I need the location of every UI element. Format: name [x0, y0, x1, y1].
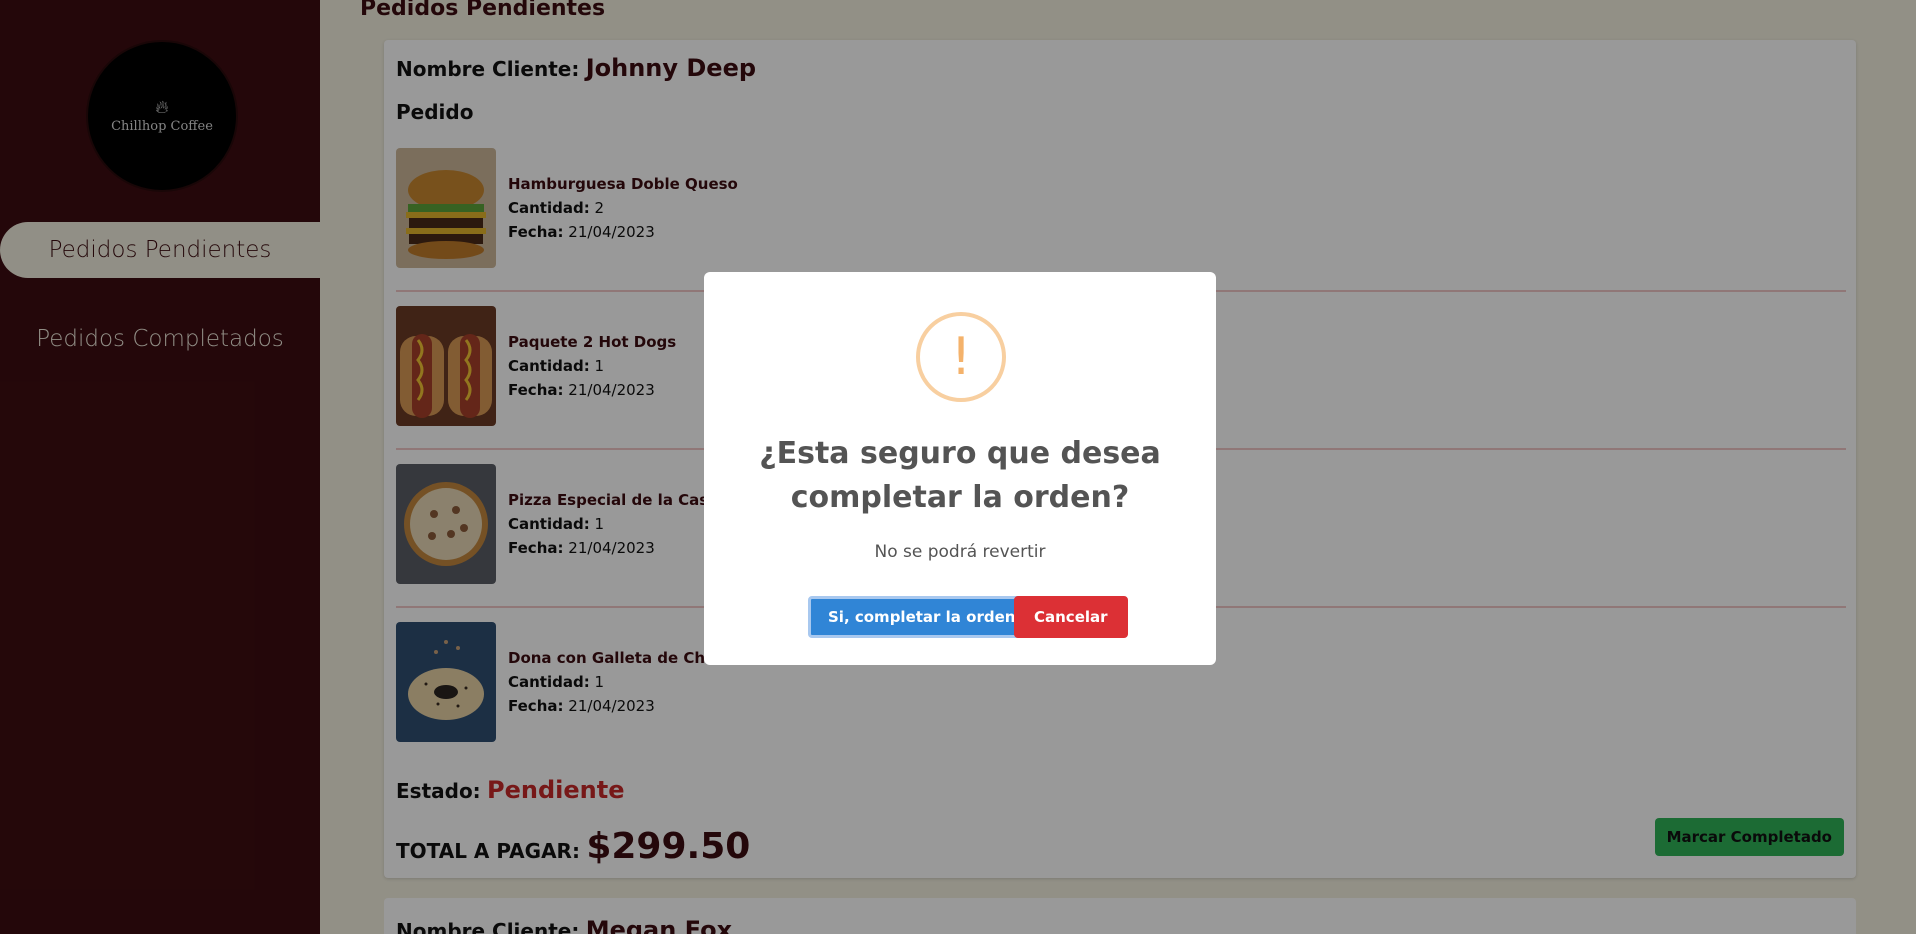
dialog-text: No se podrá revertir: [874, 542, 1046, 562]
dialog-title: ¿Esta seguro que desea completar la orde…: [759, 436, 1161, 515]
cancel-button[interactable]: Cancelar: [1014, 596, 1128, 638]
confirm-dialog: ! ¿Esta seguro que desea completar la or…: [704, 272, 1216, 665]
modal-backdrop[interactable]: ! ¿Esta seguro que desea completar la or…: [0, 0, 1916, 934]
confirm-button[interactable]: Si, completar la orden: [808, 596, 1036, 638]
warning-icon: !: [916, 312, 1006, 402]
